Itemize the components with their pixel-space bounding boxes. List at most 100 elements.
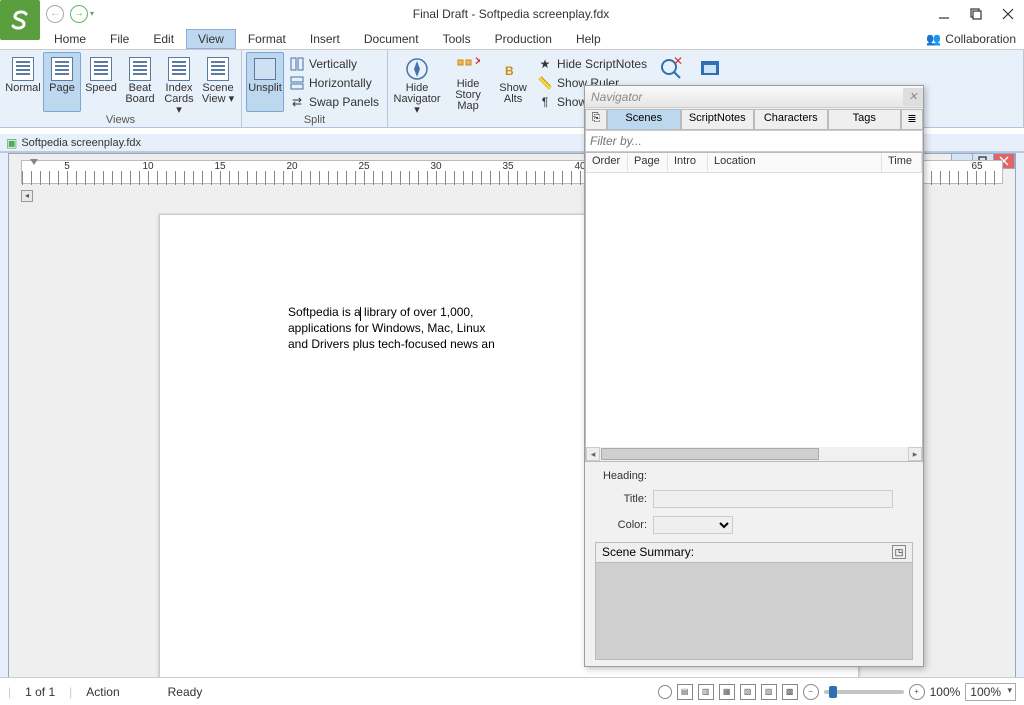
zoom-knob[interactable] bbox=[829, 686, 837, 698]
view-mode-6-icon[interactable]: ▩ bbox=[782, 684, 798, 700]
title-label: Title: bbox=[595, 493, 647, 505]
navigator-columns-icon[interactable]: ≣ bbox=[901, 109, 923, 130]
view-mode-5-icon[interactable]: ▨ bbox=[761, 684, 777, 700]
navigator-tabs: ⎘ Scenes ScriptNotes Characters Tags ≣ bbox=[585, 108, 923, 130]
unsplit-button[interactable]: Unsplit bbox=[246, 52, 284, 112]
index-cards-button[interactable]: IndexCards ▾ bbox=[160, 52, 198, 112]
nav-forward-button[interactable]: → bbox=[70, 5, 88, 23]
col-page[interactable]: Page bbox=[628, 153, 668, 172]
tab-scenes[interactable]: Scenes bbox=[607, 109, 681, 130]
scene-view-button[interactable]: SceneView ▾ bbox=[199, 52, 237, 112]
svg-text:✕: ✕ bbox=[673, 57, 683, 68]
ribbon-group-split-label: Split bbox=[246, 114, 383, 127]
maximize-button[interactable] bbox=[960, 0, 992, 28]
view-mode-3-icon[interactable]: ▦ bbox=[719, 684, 735, 700]
ribbon-group-split: Unsplit Vertically Horizontally ⇄Swap Pa… bbox=[242, 50, 388, 127]
status-element: Action bbox=[86, 685, 119, 699]
hide-navigator-button[interactable]: HideNavigator ▾ bbox=[392, 52, 442, 112]
ruler-scroll-left[interactable]: ◂ bbox=[21, 190, 33, 202]
view-mode-2-icon[interactable]: ▥ bbox=[698, 684, 714, 700]
menu-home[interactable]: Home bbox=[42, 29, 98, 49]
collaboration-button[interactable]: 👥 Collaboration bbox=[926, 32, 1016, 46]
navigator-export-icon[interactable]: ⎘ bbox=[585, 109, 607, 130]
scene-color-select[interactable] bbox=[653, 516, 733, 534]
ribbon-group-views: Normal Page Speed BeatBoard IndexCards ▾… bbox=[0, 50, 242, 127]
scriptnotes-icon: ★ bbox=[537, 56, 553, 72]
hscroll-right[interactable]: ▸ bbox=[908, 447, 922, 461]
navigator-titlebar[interactable]: Navigator ✕ bbox=[585, 86, 923, 108]
tab-characters[interactable]: Characters bbox=[754, 109, 828, 130]
zoom-out-button[interactable]: − bbox=[803, 684, 819, 700]
col-time[interactable]: Time bbox=[882, 153, 922, 172]
story-map-icon: ✕ bbox=[455, 57, 481, 77]
swap-panels-button[interactable]: ⇄Swap Panels bbox=[285, 92, 383, 111]
zoom-percent: 100% bbox=[930, 685, 961, 699]
scene-summary-box: Scene Summary:◳ bbox=[595, 542, 913, 660]
split-horizontally-button[interactable]: Horizontally bbox=[285, 73, 383, 92]
navigator-close-button[interactable]: ✕ bbox=[903, 88, 923, 106]
pilcrow-icon: ¶ bbox=[537, 94, 553, 110]
window-icon bbox=[697, 57, 723, 81]
vertical-split-icon bbox=[289, 56, 305, 72]
app-logo bbox=[0, 0, 40, 40]
navigator-filter-input[interactable] bbox=[585, 130, 923, 152]
close-button[interactable] bbox=[992, 0, 1024, 28]
scene-title-input[interactable] bbox=[653, 490, 893, 508]
window-title: Final Draft - Softpedia screenplay.fdx bbox=[94, 7, 928, 21]
normal-view-button[interactable]: Normal bbox=[4, 52, 42, 112]
status-ready: Ready bbox=[168, 685, 203, 699]
zoom-slider[interactable] bbox=[824, 690, 904, 694]
page-view-button[interactable]: Page bbox=[43, 52, 81, 112]
menu-insert[interactable]: Insert bbox=[298, 29, 352, 49]
night-mode-icon[interactable] bbox=[658, 685, 672, 699]
status-bar: | 1 of 1 | Action Ready ▤ ▥ ▦ ▧ ▨ ▩ − + … bbox=[0, 677, 1024, 705]
minimize-button[interactable] bbox=[928, 0, 960, 28]
hscroll-thumb[interactable] bbox=[601, 448, 819, 460]
menu-tools[interactable]: Tools bbox=[431, 29, 483, 49]
col-intro[interactable]: Intro bbox=[668, 153, 708, 172]
zoom-dropdown[interactable]: 100% bbox=[965, 683, 1016, 701]
view-mode-1-icon[interactable]: ▤ bbox=[677, 684, 693, 700]
show-alts-button[interactable]: BShowAlts bbox=[494, 52, 532, 112]
menu-production[interactable]: Production bbox=[483, 29, 564, 49]
menu-view[interactable]: View bbox=[186, 29, 236, 49]
col-order[interactable]: Order bbox=[586, 153, 628, 172]
color-label: Color: bbox=[595, 519, 647, 531]
menu-bar: Home File Edit View Format Insert Docume… bbox=[0, 28, 1024, 50]
menu-format[interactable]: Format bbox=[236, 29, 298, 49]
navigator-details: Heading: Title: Color: Scene Summary:◳ bbox=[585, 462, 923, 666]
menu-help[interactable]: Help bbox=[564, 29, 613, 49]
hscroll-left[interactable]: ◂ bbox=[586, 447, 600, 461]
title-bar: ← → ▾ Final Draft - Softpedia screenplay… bbox=[0, 0, 1024, 28]
menu-document[interactable]: Document bbox=[352, 29, 431, 49]
heading-label: Heading: bbox=[595, 470, 647, 482]
beat-board-button[interactable]: BeatBoard bbox=[121, 52, 159, 112]
horizontal-split-icon bbox=[289, 75, 305, 91]
navigator-panel[interactable]: Navigator ✕ ⎘ Scenes ScriptNotes Charact… bbox=[584, 85, 924, 667]
menu-edit[interactable]: Edit bbox=[141, 29, 186, 49]
alts-icon: B bbox=[500, 57, 526, 81]
ruler-icon: 📏 bbox=[537, 75, 553, 91]
col-location[interactable]: Location bbox=[708, 153, 882, 172]
scene-summary-expand[interactable]: ◳ bbox=[892, 545, 906, 559]
hide-scriptnotes-button[interactable]: ★Hide ScriptNotes bbox=[533, 54, 651, 73]
navigator-title: Navigator bbox=[591, 90, 642, 104]
hide-story-map-button[interactable]: ✕HideStory Map bbox=[443, 52, 493, 112]
svg-text:✕: ✕ bbox=[474, 57, 480, 68]
view-mode-4-icon[interactable]: ▧ bbox=[740, 684, 756, 700]
collaboration-label: Collaboration bbox=[945, 32, 1016, 46]
menu-file[interactable]: File bbox=[98, 29, 141, 49]
zoom-in-button[interactable]: + bbox=[909, 684, 925, 700]
tab-scriptnotes[interactable]: ScriptNotes bbox=[681, 109, 755, 130]
swap-icon: ⇄ bbox=[289, 94, 305, 110]
people-icon: 👥 bbox=[926, 32, 941, 46]
compass-icon bbox=[404, 57, 430, 81]
document-icon: ▣ bbox=[6, 136, 17, 150]
nav-back-button[interactable]: ← bbox=[46, 5, 64, 23]
speed-view-button[interactable]: Speed bbox=[82, 52, 120, 112]
navigator-scene-table[interactable]: Order Page Intro Location Time ◂ ▸ bbox=[585, 152, 923, 462]
split-vertically-button[interactable]: Vertically bbox=[285, 54, 383, 73]
navigator-hscroll[interactable]: ◂ ▸ bbox=[586, 447, 922, 461]
tab-tags[interactable]: Tags bbox=[828, 109, 902, 130]
status-pages: 1 of 1 bbox=[25, 685, 55, 699]
